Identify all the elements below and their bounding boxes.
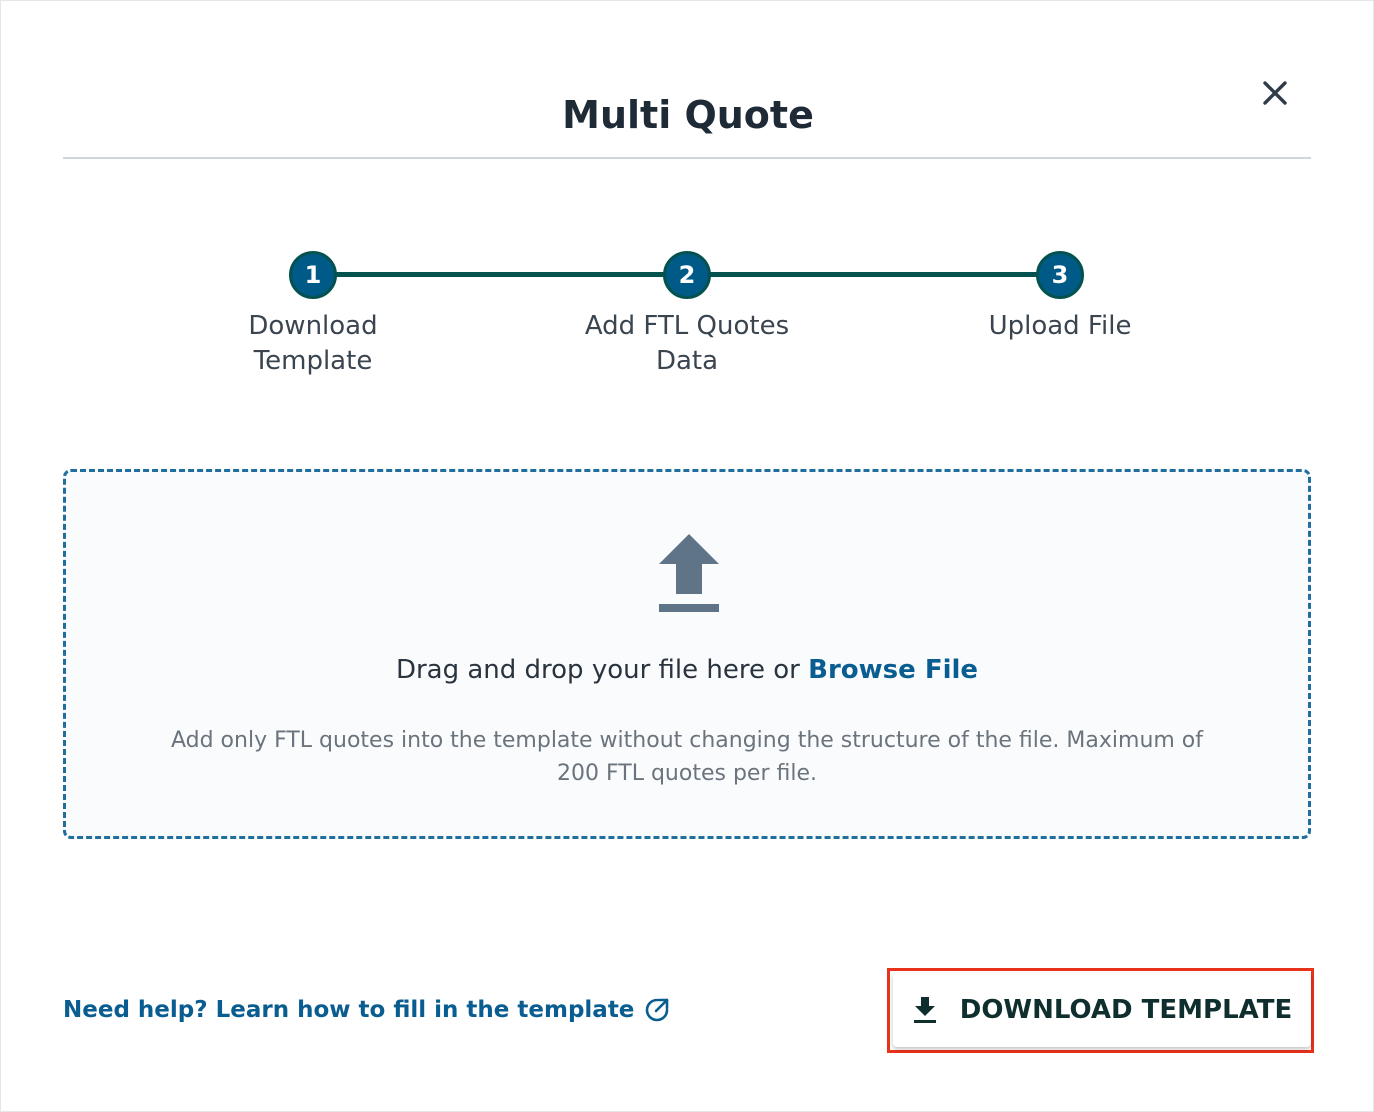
step-1-indicator: 1: [289, 251, 337, 299]
help-link-label: Need help? Learn how to fill in the temp…: [63, 997, 635, 1023]
browse-file-link[interactable]: Browse File: [808, 655, 978, 685]
step-3-indicator: 3: [1036, 251, 1084, 299]
stepper-connector-1: [313, 272, 687, 277]
close-icon: [1263, 81, 1287, 105]
step-2-indicator: 2: [663, 251, 711, 299]
step-2-label: Add FTL Quotes Data: [557, 309, 817, 379]
download-template-label: DOWNLOAD TEMPLATE: [959, 995, 1293, 1025]
close-button[interactable]: [1249, 67, 1301, 119]
download-icon: [913, 997, 936, 1023]
external-link-icon: [646, 998, 669, 1022]
help-link[interactable]: Need help? Learn how to fill in the temp…: [63, 993, 670, 1027]
step-1-label: Download Template: [183, 309, 443, 379]
dropzone-hint: Add only FTL quotes into the template wi…: [170, 728, 1204, 786]
dialog-title: Multi Quote: [562, 93, 814, 137]
upload-icon: [659, 534, 719, 612]
dropzone-text: Drag and drop your file here or: [395, 655, 809, 685]
step-3-label: Upload File: [930, 309, 1190, 344]
download-template-button[interactable]: DOWNLOAD TEMPLATE: [893, 973, 1311, 1047]
file-dropzone[interactable]: Drag and drop your file here or Browse F…: [63, 469, 1311, 839]
header-divider: [63, 157, 1311, 159]
dropzone-instructions: Drag and drop your file here or Browse F…: [66, 652, 1308, 688]
step-2-label-line2: Data: [655, 346, 719, 376]
step-2-label-line1: Add FTL Quotes: [584, 311, 790, 341]
step-3-label-line1: Upload File: [988, 311, 1132, 341]
stepper-connector-2: [687, 272, 1060, 277]
step-1-label-line1: Download: [248, 311, 378, 341]
step-1-label-line2: Template: [253, 346, 373, 376]
multi-quote-dialog: Multi Quote 1 2 3 Download Template Add …: [0, 0, 1374, 1112]
